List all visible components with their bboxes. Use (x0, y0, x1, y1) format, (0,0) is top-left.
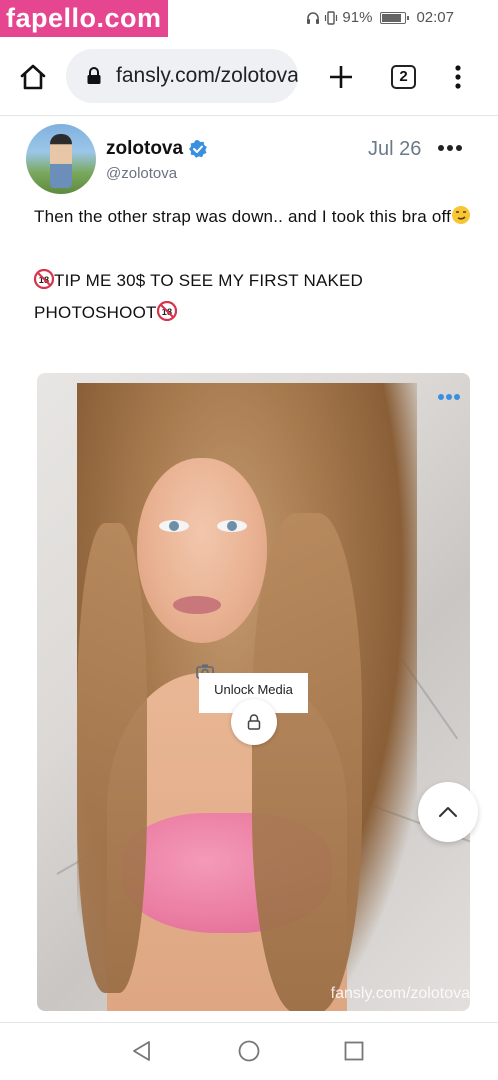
lock-icon (247, 714, 261, 730)
recent-apps-icon[interactable] (344, 1041, 364, 1061)
status-bar: fapello.com 91% 02:07 (0, 0, 498, 38)
adults-only-emoji-icon: 18 (34, 269, 54, 289)
clock: 02:07 (416, 9, 454, 26)
unlock-media-button[interactable] (231, 699, 277, 745)
site-watermark: fapello.com (0, 0, 168, 37)
verified-badge-icon (189, 140, 207, 158)
home-circle-icon[interactable] (238, 1040, 260, 1062)
chevron-up-icon (439, 807, 457, 817)
battery-level (382, 13, 402, 22)
url-text: fansly.com/zolotova (116, 64, 298, 87)
photo-eye (217, 520, 247, 532)
headphones-icon (307, 11, 320, 24)
photo-hair-strand (77, 523, 147, 993)
media-watermark: fansly.com/zolotova (330, 985, 470, 1002)
vibrate-icon (325, 10, 338, 25)
more-horiz-icon[interactable] (438, 140, 464, 156)
back-icon[interactable] (131, 1040, 153, 1062)
scroll-to-top-button[interactable] (418, 782, 478, 842)
avatar[interactable] (26, 124, 96, 194)
plus-icon[interactable] (328, 64, 354, 90)
lock-icon (87, 67, 101, 84)
post-media[interactable]: Unlock Media fansly.com/zolotova (37, 373, 470, 1011)
battery-icon (380, 11, 410, 24)
photo-hair-strand (252, 513, 362, 1011)
avatar-figure (50, 134, 72, 188)
browser-toolbar: fansly.com/zolotova 2 (0, 38, 498, 116)
address-bar[interactable]: fansly.com/zolotova (66, 49, 298, 103)
home-icon[interactable] (18, 62, 48, 92)
status-indicators: 91% 02:07 (306, 9, 454, 26)
post-text-line-2: 18TIP ME 30$ TO SEE MY FIRST NAKED PHOTO… (34, 269, 364, 322)
system-navigation-bar (0, 1022, 498, 1080)
tabs-icon[interactable]: 2 (391, 65, 416, 89)
media-options-icon[interactable] (438, 394, 460, 400)
post-text-line-1: Then the other strap was down.. and I to… (34, 201, 474, 233)
user-handle[interactable]: @zolotova (106, 165, 177, 182)
photo-lips (173, 596, 221, 614)
post-date: Jul 26 (368, 138, 422, 160)
display-name[interactable]: zolotova (106, 138, 183, 160)
adults-only-emoji-icon: 18 (156, 301, 177, 321)
photo-eye (159, 520, 189, 532)
battery-percent: 91% (342, 9, 373, 26)
post-body: Then the other strap was down.. and I to… (34, 201, 474, 329)
more-vert-icon[interactable] (450, 64, 466, 90)
photo-face (137, 458, 267, 643)
smirk-emoji-icon (452, 206, 471, 224)
